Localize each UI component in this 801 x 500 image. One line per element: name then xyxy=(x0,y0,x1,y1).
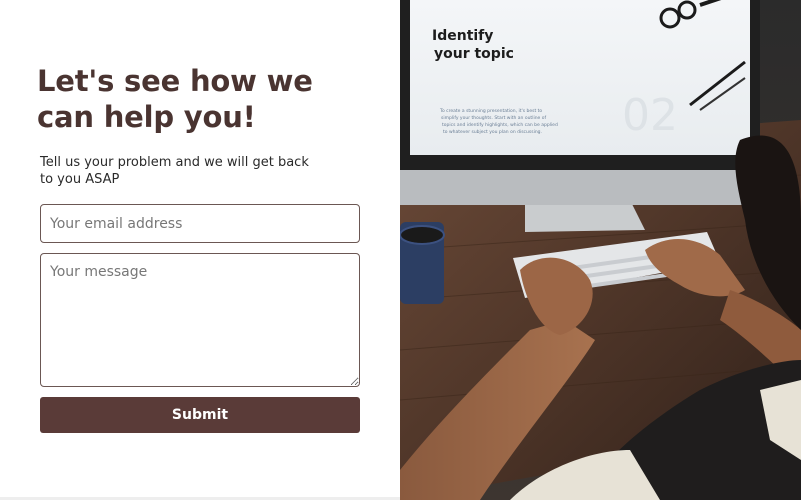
hero-photo: Identify your topic To create a stunning… xyxy=(400,0,801,500)
svg-text:topics and identify highlights: topics and identify highlights, which ca… xyxy=(442,122,558,128)
svg-text:To create a stunning presentat: To create a stunning presentation, it's … xyxy=(439,108,542,114)
workspace-photo: Identify your topic To create a stunning… xyxy=(400,0,801,500)
page-subtitle: Tell us your problem and we will get bac… xyxy=(40,155,309,187)
email-field[interactable] xyxy=(40,204,360,243)
svg-text:to whatever subject you plan o: to whatever subject you plan on discussi… xyxy=(443,129,542,135)
message-field[interactable] xyxy=(40,253,360,387)
screen-number: 02 xyxy=(622,90,678,141)
svg-text:simplify your thoughts. Start: simplify your thoughts. Start with an ou… xyxy=(441,115,546,121)
screen-title-line2: your topic xyxy=(434,46,514,62)
contact-form-panel: Let's see how we can help you! Tell us y… xyxy=(0,0,400,500)
page-title: Let's see how we can help you! xyxy=(37,64,313,134)
contact-page: Let's see how we can help you! Tell us y… xyxy=(0,0,801,500)
screen-title-line1: Identify xyxy=(432,28,493,44)
submit-button[interactable]: Submit xyxy=(40,397,360,433)
